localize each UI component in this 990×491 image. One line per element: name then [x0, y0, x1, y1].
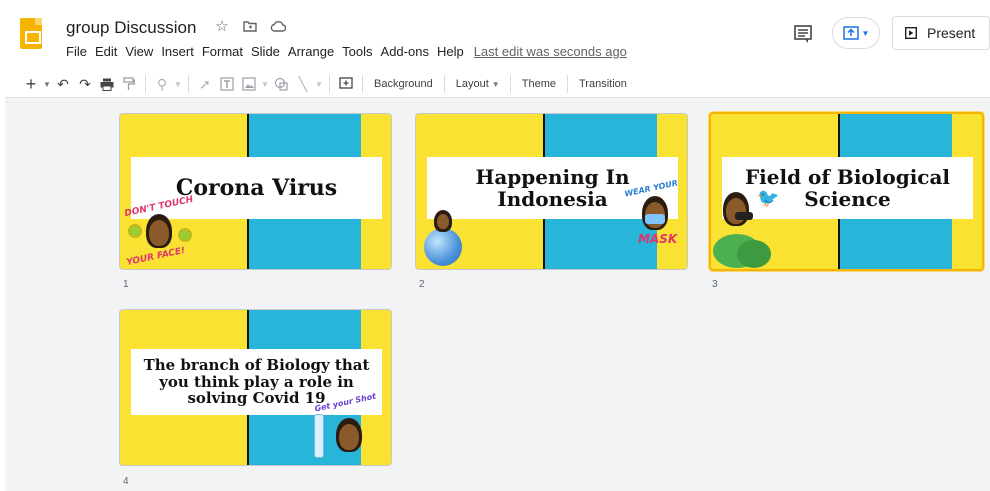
presentation-options-button[interactable]: ▼: [832, 17, 880, 49]
menu-insert[interactable]: Insert: [157, 44, 198, 59]
play-icon: [905, 27, 917, 39]
app-header: group Discussion ☆ File Edit View Insert…: [0, 0, 990, 66]
face-mask-icon: [645, 214, 665, 224]
background-button[interactable]: Background: [368, 78, 439, 90]
mask-sticker: WEAR YOUR MASK: [624, 178, 684, 248]
binoculars-icon: [735, 212, 753, 220]
layout-caret-icon[interactable]: ▼: [491, 80, 501, 89]
zoom-icon[interactable]: ⚲: [151, 73, 173, 95]
image-caret-icon[interactable]: ▼: [260, 80, 270, 89]
select-cursor-icon[interactable]: ➚: [194, 73, 216, 95]
toolbar-divider: [145, 75, 146, 93]
slide-number-1: 1: [123, 279, 129, 290]
menu-add-ons[interactable]: Add-ons: [377, 44, 433, 59]
title-actions: ☆: [214, 18, 286, 35]
slide-thumbnail-2[interactable]: Happening In Indonesia WEAR YOUR MASK: [415, 113, 688, 270]
toolbar-divider: [362, 75, 363, 93]
insert-image-icon[interactable]: [238, 73, 260, 95]
new-slide-icon[interactable]: +: [20, 73, 42, 95]
slides-logo-icon[interactable]: [20, 18, 42, 49]
redo-icon[interactable]: ↷: [74, 73, 96, 95]
slide-thumbnail-4[interactable]: The branch of Biology that you think pla…: [119, 309, 392, 466]
theme-button[interactable]: Theme: [516, 78, 562, 90]
scientist-sticker: 🐦: [713, 188, 779, 269]
undo-icon[interactable]: ↶: [52, 73, 74, 95]
sticker-text-bottom: YOUR FACE!: [125, 245, 187, 269]
menu-format[interactable]: Format: [198, 44, 247, 59]
earth-sticker: [422, 210, 472, 266]
bitmoji-sticker: DON'T TOUCH YOUR FACE!: [124, 195, 194, 269]
slide-number-4: 4: [123, 476, 129, 487]
present-label: Present: [927, 25, 976, 41]
bird-icon: 🐦: [757, 188, 780, 208]
slide-number-2: 2: [419, 279, 425, 290]
add-comment-icon[interactable]: [335, 73, 357, 95]
star-icon[interactable]: ☆: [214, 18, 230, 35]
paint-format-icon[interactable]: [118, 73, 140, 95]
menu-bar: File Edit View Insert Format Slide Arran…: [66, 44, 627, 59]
slide-thumbnail-1[interactable]: Corona Virus DON'T TOUCH YOUR FACE!: [119, 113, 392, 270]
sticker-text-top: Get your Shot: [313, 391, 377, 414]
header-actions: ▼ Present: [792, 16, 990, 50]
syringe-icon: [314, 414, 324, 458]
toolbar-divider: [443, 75, 445, 93]
virus-icon: [178, 228, 192, 242]
virus-icon: [128, 224, 142, 238]
last-edit-link[interactable]: Last edit was seconds ago: [474, 44, 627, 59]
menu-help[interactable]: Help: [433, 44, 468, 59]
slide-thumbnail-3[interactable]: Field of Biological Science 🐦: [709, 112, 984, 271]
move-to-folder-icon[interactable]: [242, 18, 258, 34]
toolbar-divider: [509, 75, 511, 93]
upload-arrow-icon: [842, 26, 859, 40]
slide-number-3: 3: [712, 279, 718, 290]
menu-file[interactable]: File: [66, 44, 91, 59]
line-caret-icon[interactable]: ▼: [314, 80, 324, 89]
menu-view[interactable]: View: [121, 44, 157, 59]
new-slide-caret-icon[interactable]: ▼: [42, 80, 52, 89]
sticker-text-bottom: MASK: [638, 232, 678, 246]
document-title[interactable]: group Discussion: [66, 18, 196, 38]
layout-label: Layout: [455, 78, 489, 90]
text-box-icon[interactable]: [216, 73, 238, 95]
layout-button[interactable]: Layout: [450, 78, 491, 90]
toolbar-divider: [567, 75, 568, 93]
toolbar-divider: [329, 75, 330, 93]
menu-slide[interactable]: Slide: [247, 44, 284, 59]
vaccine-sticker: Get your Shot: [306, 391, 378, 464]
avatar-face: [437, 214, 449, 229]
cloud-status-icon[interactable]: [270, 18, 286, 34]
present-button[interactable]: Present: [892, 16, 990, 50]
menu-arrange[interactable]: Arrange: [284, 44, 338, 59]
avatar-face: [726, 198, 746, 224]
print-icon[interactable]: [96, 73, 118, 95]
comment-history-icon[interactable]: [792, 23, 814, 43]
menu-edit[interactable]: Edit: [91, 44, 121, 59]
line-icon[interactable]: ╲: [292, 73, 314, 95]
avatar-face: [339, 424, 359, 450]
toolbar: + ▼ ↶ ↷ ⚲ ▼ ➚ ▼ ╲ ▼ Background Layout ▼ …: [20, 70, 990, 98]
shape-icon[interactable]: [270, 73, 292, 95]
globe-icon: [424, 228, 462, 266]
transition-button[interactable]: Transition: [573, 78, 633, 90]
chevron-down-icon: ▼: [861, 28, 870, 38]
bush-shape: [737, 240, 771, 268]
toolbar-divider: [188, 75, 189, 93]
menu-tools[interactable]: Tools: [338, 44, 376, 59]
slide-grid-view: Corona Virus DON'T TOUCH YOUR FACE! 1 Ha…: [5, 97, 990, 491]
avatar-face: [149, 220, 169, 246]
zoom-caret-icon[interactable]: ▼: [173, 80, 183, 89]
